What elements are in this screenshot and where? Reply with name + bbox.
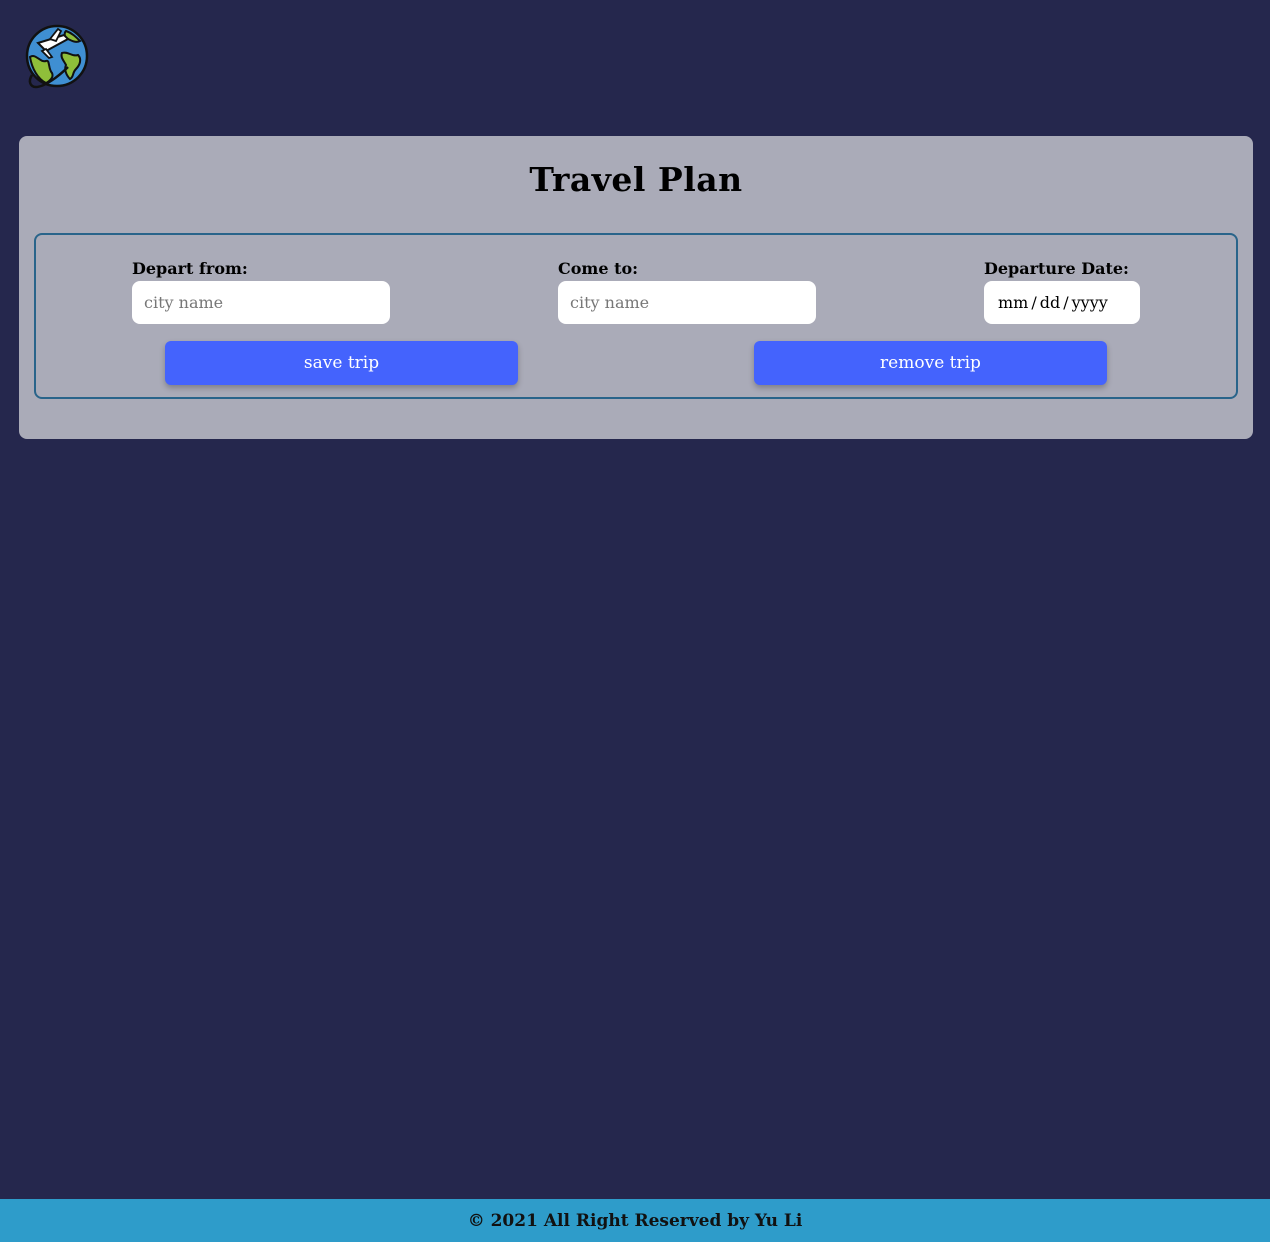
remove-trip-button[interactable]: remove trip bbox=[754, 341, 1107, 385]
globe-airplane-icon bbox=[24, 23, 90, 89]
departure-date-label: Departure Date: bbox=[984, 259, 1129, 278]
save-trip-button[interactable]: save trip bbox=[165, 341, 518, 385]
come-to-input[interactable] bbox=[558, 281, 816, 324]
date-year-segment[interactable]: yyyy bbox=[1072, 293, 1108, 312]
departure-date-input[interactable]: mm / dd / yyyy bbox=[984, 281, 1140, 324]
trip-form: Depart from: Come to: Departure Date: mm… bbox=[34, 233, 1238, 399]
travel-plan-panel: Travel Plan Depart from: Come to: Depart… bbox=[19, 136, 1253, 439]
date-separator: / bbox=[1063, 293, 1069, 312]
date-month-segment[interactable]: mm bbox=[998, 293, 1028, 312]
page-title: Travel Plan bbox=[529, 160, 743, 199]
copyright-text: © 2021 All Right Reserved by Yu Li bbox=[467, 1210, 803, 1231]
depart-from-label: Depart from: bbox=[132, 259, 248, 278]
depart-from-input[interactable] bbox=[132, 281, 390, 324]
come-to-label: Come to: bbox=[558, 259, 639, 278]
footer: © 2021 All Right Reserved by Yu Li bbox=[0, 1199, 1270, 1242]
date-separator: / bbox=[1031, 293, 1037, 312]
date-day-segment[interactable]: dd bbox=[1040, 293, 1060, 312]
